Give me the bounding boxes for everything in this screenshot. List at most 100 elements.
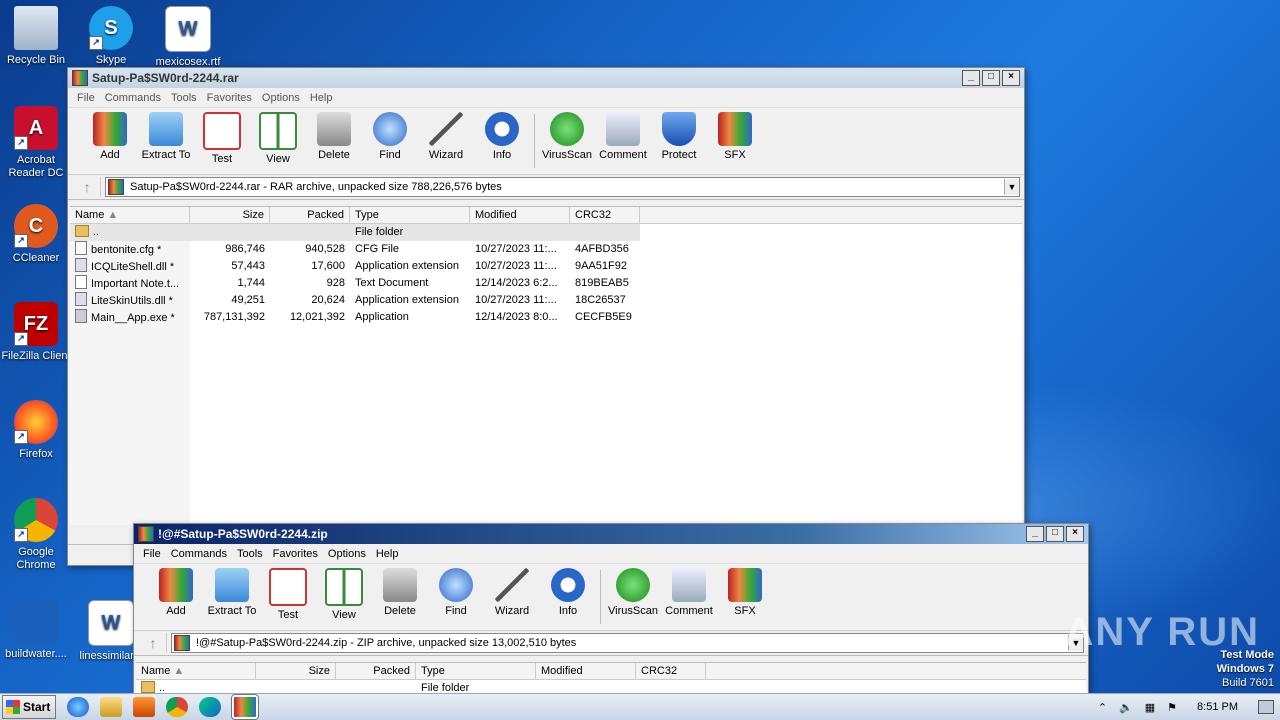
column-crc32[interactable]: CRC32 [636, 663, 706, 679]
desktop-icon-acrobat[interactable]: A ↗ Acrobat Reader DC [0, 106, 72, 180]
menu-help[interactable]: Help [371, 548, 404, 560]
column-name[interactable]: Name ▲ [136, 663, 256, 679]
menu-file[interactable]: File [72, 92, 100, 104]
minimize-button[interactable]: _ [962, 70, 980, 86]
menu-favorites[interactable]: Favorites [268, 548, 323, 560]
clock[interactable]: 8:51 PM [1197, 701, 1238, 713]
column-type[interactable]: Type [416, 663, 536, 679]
extract-to-button[interactable]: Extract To [138, 112, 194, 161]
minimize-button[interactable]: _ [1026, 526, 1044, 542]
desktop-icon-rtf[interactable]: W mexicosex.rtf [152, 6, 224, 69]
info-button[interactable]: Info [474, 112, 530, 161]
archive-path-field[interactable]: !@#Satup-Pa$SW0rd-2244.zip - ZIP archive… [171, 633, 1084, 653]
add-button[interactable]: Add [82, 112, 138, 161]
table-row[interactable]: .. File folder [70, 224, 640, 241]
add-icon [159, 568, 193, 602]
menu-options[interactable]: Options [323, 548, 371, 560]
comment-icon [672, 568, 706, 602]
up-arrow-icon[interactable]: ↑ [140, 633, 167, 653]
find-button[interactable]: Find [362, 112, 418, 161]
delete-button[interactable]: Delete [372, 568, 428, 617]
magnifier-icon [439, 568, 473, 602]
desktop-icon-ccleaner[interactable]: C ↗ CCleaner [0, 204, 72, 265]
desktop-icon-firefox[interactable]: ↗ Firefox [0, 400, 72, 461]
winrar-icon [108, 179, 124, 195]
menu-tools[interactable]: Tools [232, 548, 268, 560]
column-size[interactable]: Size [190, 207, 270, 223]
file-list[interactable]: Name ▲ Size Packed Type Modified CRC32 .… [136, 662, 1086, 697]
test-button[interactable]: Test [194, 112, 250, 165]
file-list[interactable]: Name ▲ Size Packed Type Modified CRC32 .… [70, 206, 1022, 525]
desktop-icon-filezilla[interactable]: FZ ↗ FileZilla Client [0, 302, 72, 363]
title-bar[interactable]: Satup-Pa$SW0rd-2244.rar _ □ × [68, 68, 1024, 88]
winrar-rar-window[interactable]: Satup-Pa$SW0rd-2244.rar _ □ × File Comma… [67, 67, 1025, 566]
wizard-button[interactable]: Wizard [484, 568, 540, 617]
title-bar[interactable]: !@#Satup-Pa$SW0rd-2244.zip _ □ × [134, 524, 1088, 544]
virusscan-button[interactable]: VirusScan [605, 568, 661, 617]
comment-button[interactable]: Comment [661, 568, 717, 617]
comment-button[interactable]: Comment [595, 112, 651, 161]
volume-icon[interactable]: 🔈 [1119, 701, 1133, 714]
archive-path-field[interactable]: Satup-Pa$SW0rd-2244.rar - RAR archive, u… [105, 177, 1020, 197]
menu-help[interactable]: Help [305, 92, 338, 104]
tray-expand-icon[interactable]: ⌃ [1098, 701, 1107, 714]
close-button[interactable]: × [1002, 70, 1020, 86]
menu-tools[interactable]: Tools [166, 92, 202, 104]
start-button[interactable]: Start [2, 695, 56, 719]
tool-label: Add [100, 149, 120, 161]
menu-file[interactable]: File [138, 548, 166, 560]
menu-favorites[interactable]: Favorites [202, 92, 257, 104]
sfx-button[interactable]: SFX [717, 568, 773, 617]
winrar-taskbar-icon[interactable] [231, 694, 259, 720]
table-row[interactable]: Main__App.exe * 787,131,392 12,021,392 Ap… [70, 309, 1022, 326]
chrome-icon[interactable] [166, 697, 188, 717]
desktop-icon-skype[interactable]: S ↗ Skype [75, 6, 147, 67]
info-button[interactable]: Info [540, 568, 596, 617]
column-crc32[interactable]: CRC32 [570, 207, 640, 223]
column-modified[interactable]: Modified [470, 207, 570, 223]
maximize-button[interactable]: □ [982, 70, 1000, 86]
virusscan-button[interactable]: VirusScan [539, 112, 595, 161]
winrar-zip-window[interactable]: !@#Satup-Pa$SW0rd-2244.zip _ □ × File Co… [133, 523, 1089, 697]
delete-button[interactable]: Delete [306, 112, 362, 161]
up-arrow-icon[interactable]: ↑ [74, 177, 101, 197]
table-row[interactable]: Important Note.t... 1,744 928 Text Docume… [70, 275, 1022, 292]
find-button[interactable]: Find [428, 568, 484, 617]
column-size[interactable]: Size [256, 663, 336, 679]
internet-explorer-icon[interactable] [67, 697, 89, 717]
menu-commands[interactable]: Commands [100, 92, 166, 104]
table-row[interactable]: LiteSkinUtils.dll * 49,251 20,624 Applica… [70, 292, 1022, 309]
extract-to-button[interactable]: Extract To [204, 568, 260, 617]
sfx-button[interactable]: SFX [707, 112, 763, 161]
table-row[interactable]: ICQLiteShell.dll * 57,443 17,600 Applicat… [70, 258, 1022, 275]
flag-icon[interactable]: ⚑ [1167, 701, 1177, 714]
wizard-button[interactable]: Wizard [418, 112, 474, 161]
column-packed[interactable]: Packed [336, 663, 416, 679]
edge-icon[interactable] [199, 697, 221, 717]
network-icon[interactable]: ▦ [1145, 701, 1155, 714]
column-packed[interactable]: Packed [270, 207, 350, 223]
test-button[interactable]: Test [260, 568, 316, 621]
view-button[interactable]: View [250, 112, 306, 165]
address-bar: ↑ Satup-Pa$SW0rd-2244.rar - RAR archive,… [68, 175, 1024, 200]
maximize-button[interactable]: □ [1046, 526, 1064, 542]
show-desktop-icon[interactable] [1258, 700, 1274, 714]
add-button[interactable]: Add [148, 568, 204, 617]
desktop-icon-recycle-bin[interactable]: Recycle Bin [0, 6, 72, 67]
column-name[interactable]: Name ▲ [70, 207, 190, 223]
chevron-down-icon[interactable]: ▼ [1004, 179, 1019, 195]
column-type[interactable]: Type [350, 207, 470, 223]
close-button[interactable]: × [1066, 526, 1084, 542]
file-explorer-icon[interactable] [100, 697, 122, 717]
column-modified[interactable]: Modified [536, 663, 636, 679]
desktop-icon-chrome[interactable]: ↗ Google Chrome [0, 498, 72, 572]
table-row[interactable]: bentonite.cfg * 986,746 940,528 CFG File 1… [70, 241, 1022, 258]
folder-icon [149, 112, 183, 146]
protect-button[interactable]: Protect [651, 112, 707, 161]
desktop-icon-buildwater[interactable]: buildwater.... [0, 600, 72, 661]
media-player-icon[interactable] [133, 697, 155, 717]
menu-commands[interactable]: Commands [166, 548, 232, 560]
menu-options[interactable]: Options [257, 92, 305, 104]
magic-wand-icon [429, 112, 463, 146]
view-button[interactable]: View [316, 568, 372, 621]
